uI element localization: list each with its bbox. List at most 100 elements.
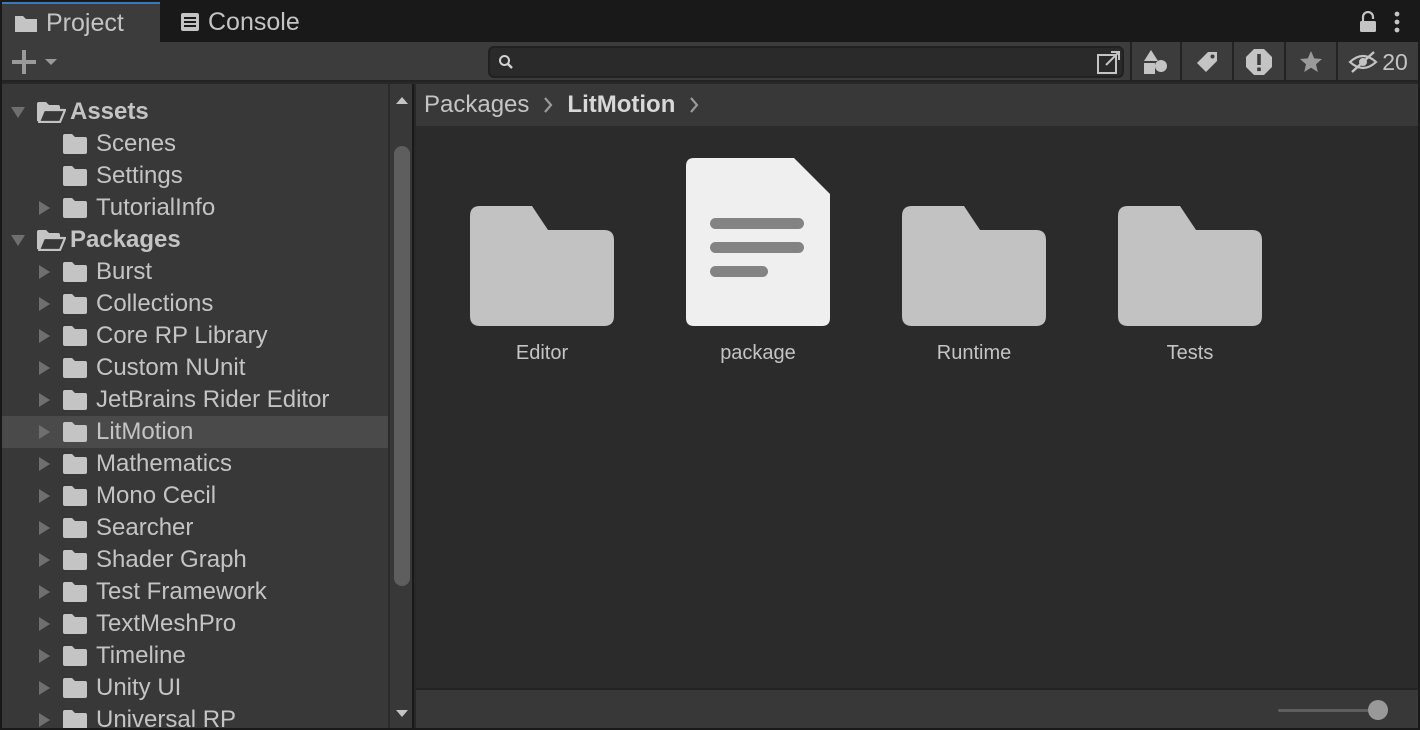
external-window-icon xyxy=(1096,49,1122,75)
tree-item[interactable]: Mono Cecil xyxy=(2,480,388,512)
folder-icon xyxy=(62,256,88,288)
tree-item-label: Custom NUnit xyxy=(96,354,246,381)
favorites-button[interactable] xyxy=(1284,42,1336,82)
star-icon xyxy=(1298,49,1324,75)
zoom-slider-track[interactable] xyxy=(1278,709,1378,712)
chevron-right-icon[interactable] xyxy=(34,544,54,576)
chevron-right-icon[interactable] xyxy=(34,512,54,544)
chevron-right-icon[interactable] xyxy=(34,288,54,320)
folder-icon xyxy=(1116,154,1264,326)
tree-item-label: Assets xyxy=(70,98,149,125)
chevron-right-icon[interactable] xyxy=(34,320,54,352)
create-button[interactable] xyxy=(10,42,58,82)
folder-icon xyxy=(468,154,616,326)
tree-item-label: TextMeshPro xyxy=(96,610,237,637)
asset-grid: Editor package Runtime Tests xyxy=(416,126,1418,688)
shapes-icon xyxy=(1142,49,1170,75)
tab-console[interactable]: Console xyxy=(162,2,322,42)
breadcrumb-item-litmotion[interactable]: LitMotion xyxy=(567,91,675,119)
tree-item-label: Burst xyxy=(96,258,153,285)
tree-root-packages[interactable]: Packages xyxy=(2,224,388,256)
chevron-right-icon[interactable] xyxy=(34,384,54,416)
asset-item-package[interactable]: package xyxy=(668,154,848,374)
more-options-icon[interactable] xyxy=(1394,11,1400,33)
tree-item[interactable]: Scenes xyxy=(2,128,388,160)
tree-item[interactable]: JetBrains Rider Editor xyxy=(2,384,388,416)
folder-icon xyxy=(62,352,88,384)
tree-item-label: TutorialInfo xyxy=(96,194,216,221)
tree-item-label: Scenes xyxy=(96,130,177,157)
tree-item[interactable]: TutorialInfo xyxy=(2,192,388,224)
asset-name: Runtime xyxy=(936,342,1012,364)
tree-item[interactable]: TextMeshPro xyxy=(2,608,388,640)
folder-icon xyxy=(14,13,38,33)
chevron-right-icon[interactable] xyxy=(34,704,54,728)
tree-item[interactable]: Searcher xyxy=(2,512,388,544)
chevron-right-icon[interactable] xyxy=(34,256,54,288)
chevron-right-icon[interactable] xyxy=(34,480,54,512)
scroll-up-icon[interactable] xyxy=(394,92,410,108)
scroll-thumb[interactable] xyxy=(394,146,410,586)
tree-root-assets[interactable]: Assets xyxy=(2,96,388,128)
filter-by-label-button[interactable] xyxy=(1180,42,1232,82)
scroll-down-icon[interactable] xyxy=(394,706,410,722)
filter-by-type-button[interactable] xyxy=(1130,42,1180,82)
tab-label: Project xyxy=(46,8,124,37)
asset-item-tests[interactable]: Tests xyxy=(1100,154,1280,374)
tree-item[interactable]: Mathematics xyxy=(2,448,388,480)
tree-item-label: Shader Graph xyxy=(96,546,247,573)
breadcrumb: Packages LitMotion xyxy=(416,84,1418,126)
chevron-right-icon[interactable] xyxy=(34,672,54,704)
chevron-down-icon[interactable] xyxy=(8,224,28,256)
tree-item[interactable]: Shader Graph xyxy=(2,544,388,576)
search-field[interactable] xyxy=(488,46,1124,78)
lock-icon[interactable] xyxy=(1358,11,1378,33)
tree-item[interactable]: Custom NUnit xyxy=(2,352,388,384)
tree-item[interactable]: Collections xyxy=(2,288,388,320)
chevron-right-icon[interactable] xyxy=(689,97,699,113)
folder-icon xyxy=(62,704,88,728)
folder-icon xyxy=(62,320,88,352)
tree-item-label: Timeline xyxy=(96,642,186,669)
tree-item[interactable]: Timeline xyxy=(2,640,388,672)
tree-scrollbar[interactable] xyxy=(388,84,414,728)
chevron-right-icon[interactable] xyxy=(34,448,54,480)
search-input[interactable] xyxy=(520,50,1080,74)
folder-icon xyxy=(62,384,88,416)
asset-item-runtime[interactable]: Runtime xyxy=(884,154,1064,374)
folder-icon xyxy=(62,512,88,544)
chevron-right-icon[interactable] xyxy=(34,576,54,608)
chevron-right-icon[interactable] xyxy=(34,640,54,672)
chevron-right-icon[interactable] xyxy=(34,192,54,224)
tree-item-label: Core RP Library xyxy=(96,322,268,349)
tree-item[interactable]: Unity UI xyxy=(2,672,388,704)
filter-by-importlog-button[interactable] xyxy=(1232,42,1284,82)
chevron-right-icon[interactable] xyxy=(34,352,54,384)
tree-item[interactable]: Core RP Library xyxy=(2,320,388,352)
console-icon xyxy=(180,12,200,32)
hidden-packages-button[interactable]: 20 xyxy=(1336,42,1418,82)
tab-project[interactable]: Project xyxy=(2,2,160,42)
tree-item[interactable]: Test Framework xyxy=(2,576,388,608)
chevron-right-icon[interactable] xyxy=(34,608,54,640)
tree-item[interactable]: LitMotion xyxy=(2,416,388,448)
search-popout-button[interactable] xyxy=(1090,42,1128,82)
zoom-slider-handle[interactable] xyxy=(1368,700,1388,720)
document-icon xyxy=(684,154,832,326)
chevron-right-icon[interactable] xyxy=(34,416,54,448)
tree-item-label: Unity UI xyxy=(96,674,182,701)
tree-item-label: Settings xyxy=(96,162,183,189)
eye-off-icon xyxy=(1348,50,1378,74)
status-bar xyxy=(416,688,1418,728)
tree-item[interactable]: Burst xyxy=(2,256,388,288)
hidden-count: 20 xyxy=(1382,48,1408,75)
tag-icon xyxy=(1195,50,1219,74)
chevron-down-icon[interactable] xyxy=(8,96,28,128)
folder-icon xyxy=(62,128,88,160)
breadcrumb-item-packages[interactable]: Packages xyxy=(424,91,529,119)
asset-item-editor[interactable]: Editor xyxy=(452,154,632,374)
tree-item[interactable]: Universal RP xyxy=(2,704,388,728)
project-window: Project Console 20 Assets Scenes Setting… xyxy=(0,0,1420,730)
tree-item[interactable]: Settings xyxy=(2,160,388,192)
chevron-down-icon xyxy=(44,57,58,67)
